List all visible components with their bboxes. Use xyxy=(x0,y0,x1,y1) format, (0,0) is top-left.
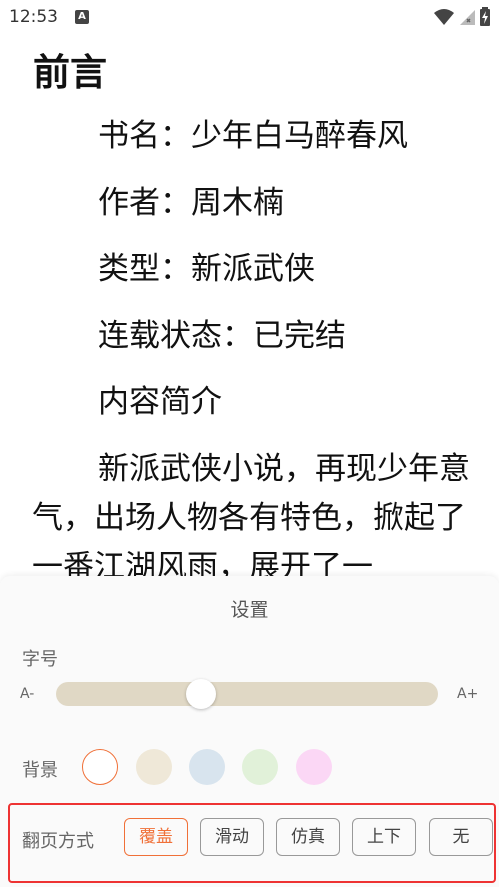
wifi-icon xyxy=(434,9,454,25)
genre-line: 类型：新派武侠 xyxy=(98,251,315,287)
battery-icon xyxy=(480,7,490,26)
background-label: 背景 xyxy=(22,760,58,781)
background-swatch-5[interactable] xyxy=(296,749,332,785)
synopsis-heading: 内容简介 xyxy=(98,384,222,420)
page-turn-option-2[interactable]: 滑动 xyxy=(200,818,264,856)
signal-icon xyxy=(460,10,475,25)
notification-icon: A xyxy=(75,10,89,24)
settings-title: 设置 xyxy=(230,599,269,621)
background-swatch-3[interactable] xyxy=(189,749,225,785)
page-turn-option-1[interactable]: 覆盖 xyxy=(124,818,188,856)
background-swatch-4[interactable] xyxy=(242,749,278,785)
font-size-slider[interactable] xyxy=(56,682,438,706)
page-turn-option-5[interactable]: 无 xyxy=(429,818,493,856)
status-bar: 12:53 A xyxy=(0,0,499,34)
page-turn-option-3[interactable]: 仿真 xyxy=(276,818,340,856)
synopsis-text: 新派武侠小说，再现少年意气，出场人物各有特色，掀起了一番江湖风雨，展开了一 xyxy=(32,451,470,585)
author-line: 作者：周木楠 xyxy=(98,185,284,221)
font-increase-label[interactable]: A+ xyxy=(457,686,478,702)
status-time: 12:53 xyxy=(9,7,58,27)
book-name-line: 书名：少年白马醉春风 xyxy=(98,118,408,154)
background-swatch-2[interactable] xyxy=(136,749,172,785)
background-swatch-1[interactable] xyxy=(82,749,118,785)
slider-thumb[interactable] xyxy=(186,679,217,709)
font-size-label: 字号 xyxy=(22,649,58,670)
page-turn-option-4[interactable]: 上下 xyxy=(352,818,416,856)
serial-status-line: 连载状态：已完结 xyxy=(98,318,346,354)
status-icons xyxy=(433,7,491,27)
page-turn-label: 翻页方式 xyxy=(22,831,94,852)
font-decrease-label[interactable]: A- xyxy=(20,686,34,702)
chapter-title: 前言 xyxy=(33,51,107,94)
